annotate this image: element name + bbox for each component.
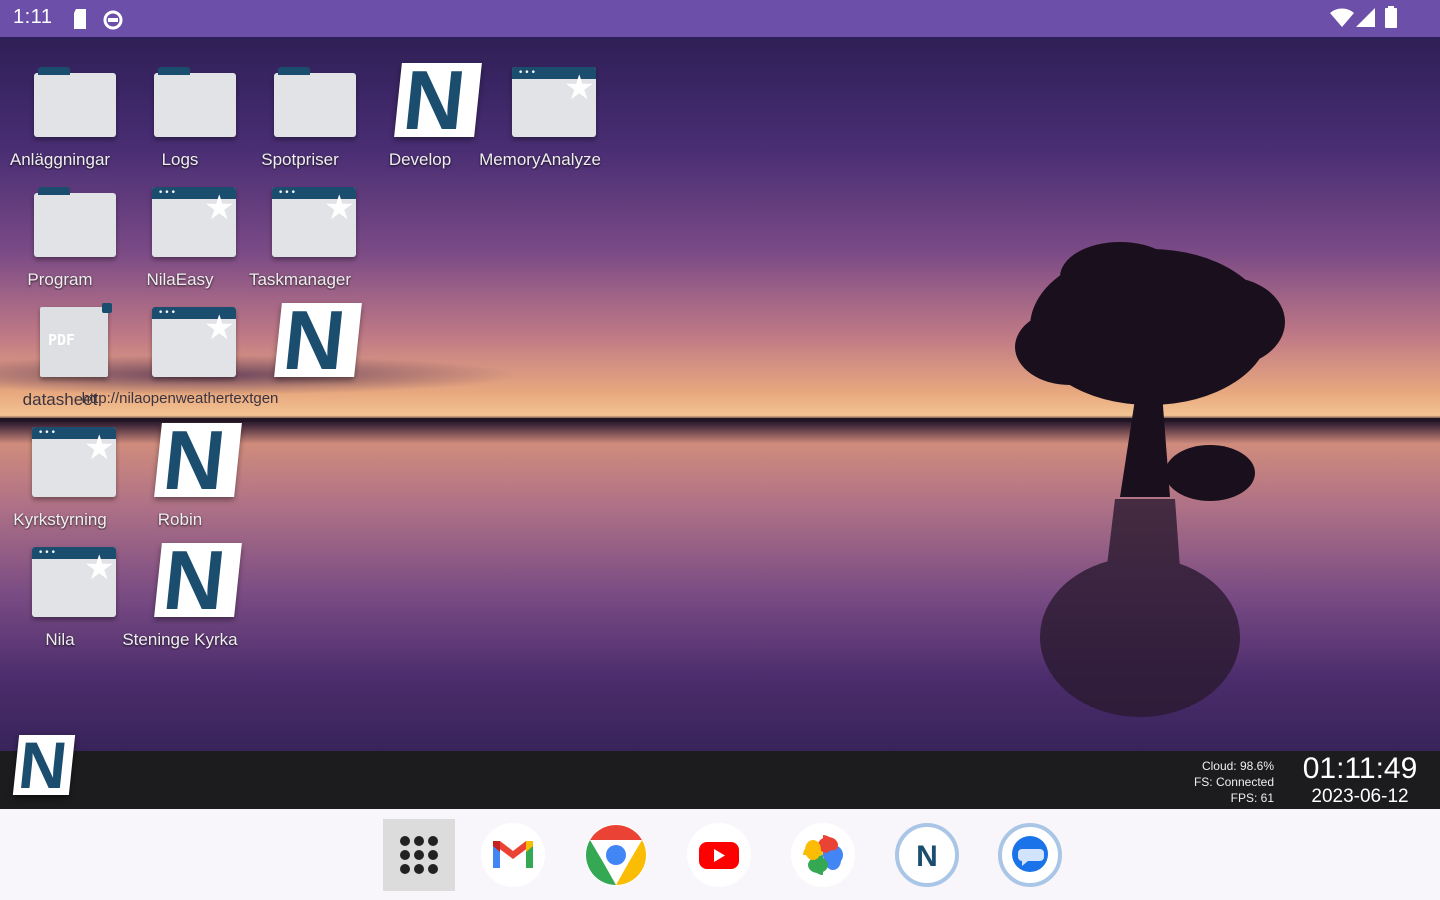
youtube-icon (687, 823, 751, 887)
photos-icon (791, 823, 855, 887)
gmail-icon (481, 823, 545, 887)
desktop-icon-taskmanager[interactable]: ••• ★ Taskmanager (240, 157, 360, 289)
start-menu-button[interactable]: N (12, 728, 76, 802)
tree-silhouette (1015, 242, 1285, 717)
desktop-icon-openweather[interactable]: ••• ★ http://nilaopenweathertextgen (82, 277, 278, 407)
fs-status: FS: Connected (1193, 775, 1274, 789)
folder-icon (34, 187, 116, 257)
desktop-icon-anlaggningar[interactable]: Anläggningar (0, 37, 120, 169)
desktop-icon-logs[interactable]: Logs (120, 37, 240, 169)
nila-app-icon: N (895, 823, 959, 887)
desktop-icon-label: Develop (388, 150, 452, 169)
photos-app[interactable] (790, 822, 856, 888)
messages-icon (998, 823, 1062, 887)
folder-icon (274, 67, 356, 137)
desktop-icon-nila[interactable]: ••• ★ Nila (0, 517, 120, 649)
app-grid-icon (400, 836, 438, 874)
web-app-icon: ••• ★ (512, 67, 596, 137)
status-bar: 1:11 (0, 0, 1440, 37)
nila-app-icon: N (394, 53, 482, 147)
cell-signal-icon (1356, 8, 1375, 27)
desktop-icon-label: Steninge Kyrka (122, 630, 238, 649)
folder-icon (34, 67, 116, 137)
battery-icon (1385, 6, 1397, 28)
desktop-icon-kyrkstyrning[interactable]: ••• ★ Kyrkstyrning (0, 397, 120, 529)
folder-icon (154, 67, 236, 137)
desktop-icon-nilaeasy[interactable]: ••• ★ NilaEasy (120, 157, 240, 289)
nila-logo-icon: N (15, 728, 71, 802)
desktop-icon-robin[interactable]: N Robin (120, 397, 242, 529)
nila-app-icon: N (154, 413, 242, 507)
web-app-icon: ••• ★ (272, 187, 356, 257)
sync-icon (103, 10, 123, 30)
desktop-icon-nila-app[interactable]: N (240, 277, 362, 395)
nila-dock-app[interactable]: N (894, 822, 960, 888)
wifi-icon (1330, 8, 1354, 27)
clock-date: 2023-06-12 (1311, 786, 1409, 807)
web-app-icon: ••• ★ (32, 427, 116, 497)
desktop-icon-datasheet[interactable]: PDF datasheet (0, 277, 120, 409)
pdf-icon: PDF (40, 303, 112, 377)
web-app-icon: ••• ★ (152, 187, 236, 257)
desktop-icon-program[interactable]: Program (0, 157, 120, 289)
nila-app-icon: N (154, 533, 242, 627)
desktop-icon-spotpriser[interactable]: Spotpriser (240, 37, 360, 169)
messages-app[interactable] (997, 822, 1063, 888)
status-time: 1:11 (13, 6, 53, 28)
desktop-icon-memoryanalyze[interactable]: ••• ★ MemoryAnalyze (479, 37, 601, 169)
fps-counter: FPS: 61 (1230, 791, 1274, 805)
sd-card-icon (74, 9, 86, 29)
clock-time: 01:11:49 (1302, 752, 1418, 785)
nila-app-icon: N (274, 293, 362, 387)
web-app-icon: ••• ★ (152, 307, 236, 377)
desktop-icon-steninge-kyrka[interactable]: N Steninge Kyrka (120, 517, 242, 649)
desktop-icon-develop[interactable]: N Develop (360, 37, 482, 169)
system-info: Cloud: 98.6% FS: Connected FPS: 61 (1134, 758, 1274, 806)
gmail-app[interactable] (480, 822, 546, 888)
taskbar-clock[interactable]: 01:11:49 2023-06-12 (1290, 752, 1430, 808)
web-app-icon: ••• ★ (32, 547, 116, 617)
svg-text:N: N (916, 840, 938, 873)
desktop-icon-label: MemoryAnalyze (479, 150, 601, 169)
app-drawer-button[interactable] (383, 819, 455, 891)
cloud-status: Cloud: 98.6% (1201, 759, 1274, 773)
chrome-icon (585, 824, 647, 886)
youtube-app[interactable] (686, 822, 752, 888)
chrome-app[interactable] (583, 822, 649, 888)
